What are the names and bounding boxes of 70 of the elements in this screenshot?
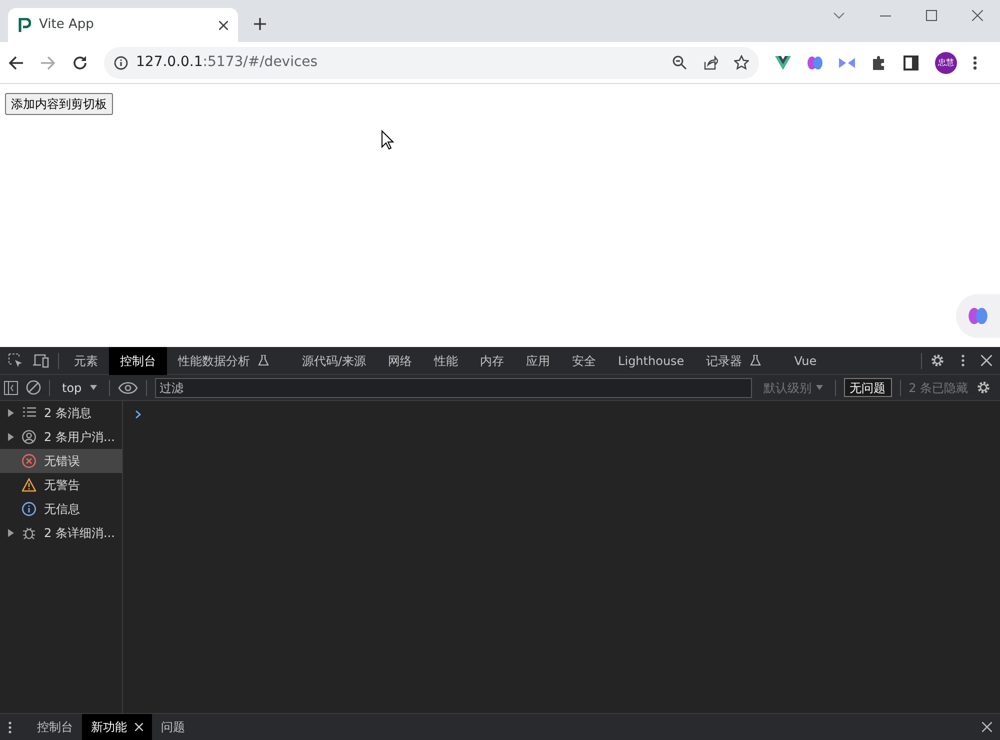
- sidebar-item[interactable]: 2 条用户消...: [0, 425, 122, 449]
- side-panel-icon[interactable]: [903, 54, 919, 70]
- favicon-icon: [18, 18, 31, 32]
- panel-tab[interactable]: 记录器: [695, 346, 784, 374]
- back-icon[interactable]: [8, 54, 24, 70]
- panel-tab[interactable]: Lighthouse: [607, 346, 696, 374]
- info-icon[interactable]: [114, 56, 128, 70]
- close-icon[interactable]: [982, 722, 992, 732]
- error-icon: [22, 454, 36, 468]
- panel-tab[interactable]: Vue: [783, 346, 828, 374]
- cursor-icon: [381, 130, 394, 150]
- panel-tab[interactable]: 安全: [561, 346, 608, 374]
- floating-panel[interactable]: [956, 294, 1000, 338]
- panel-tab[interactable]: 控制台: [109, 346, 167, 374]
- caret-icon: [90, 385, 97, 390]
- settings-icon[interactable]: [930, 353, 945, 368]
- drawer-tab[interactable]: 新功能: [82, 714, 152, 740]
- url-text: 127.0.0.1:5173/#/devices: [136, 53, 318, 72]
- issues-button[interactable]: 无问题: [844, 378, 892, 397]
- inspect-icon[interactable]: [8, 352, 24, 368]
- sidebar-item[interactable]: 2 条详细消...: [0, 521, 122, 545]
- sidebar-item[interactable]: 2 条消息: [0, 401, 122, 425]
- puzzle-icon[interactable]: [871, 54, 887, 70]
- warning-icon: [22, 478, 36, 492]
- close-icon[interactable]: [981, 355, 992, 366]
- drawer-tab[interactable]: 问题: [152, 714, 194, 740]
- tab-title: Vite App: [39, 16, 95, 34]
- settings-icon[interactable]: [976, 380, 992, 395]
- maximize-icon: [926, 10, 936, 22]
- more-icon[interactable]: [8, 720, 12, 734]
- share-icon[interactable]: [703, 55, 718, 70]
- sidebar-toggle-icon[interactable]: [4, 380, 18, 394]
- panel-tab[interactable]: 内存: [469, 346, 516, 374]
- panel-tab[interactable]: 性能数据分析: [167, 346, 291, 374]
- caret-icon: [816, 385, 823, 390]
- close-icon: [972, 10, 982, 22]
- star-icon[interactable]: [734, 55, 749, 70]
- user-icon: [22, 430, 36, 444]
- prompt-chevron-icon: [135, 410, 142, 420]
- bowtie-icon[interactable]: [839, 58, 855, 68]
- plus-icon: [253, 16, 267, 31]
- panel-tab[interactable]: 源代码/来源: [291, 346, 378, 374]
- drawer-tab[interactable]: 控制台: [28, 714, 82, 740]
- browser-tab[interactable]: Vite App: [8, 8, 238, 42]
- panel-tab[interactable]: 元素: [63, 346, 109, 374]
- panel-tab[interactable]: 应用: [515, 346, 562, 374]
- sidebar-item[interactable]: 无错误: [0, 449, 122, 473]
- context-dropdown[interactable]: top: [58, 374, 101, 402]
- eye-icon[interactable]: [118, 382, 138, 394]
- menu-icon[interactable]: [973, 56, 977, 70]
- bug-icon: [22, 526, 36, 540]
- zoom-out-icon[interactable]: [672, 55, 687, 70]
- chevron-down-icon: [833, 12, 845, 20]
- minimize-icon: [880, 14, 890, 17]
- panel-tab[interactable]: 性能: [423, 346, 470, 374]
- address-bar[interactable]: 127.0.0.1:5173/#/devices: [104, 46, 759, 78]
- device-toolbar-icon[interactable]: [32, 354, 50, 368]
- filter-field[interactable]: 过滤: [154, 378, 752, 398]
- copy-to-clipboard-button[interactable]: 添加内容到剪切板: [5, 93, 113, 115]
- vue-icon[interactable]: [775, 56, 791, 70]
- reload-icon[interactable]: [72, 54, 88, 70]
- panel-tab[interactable]: 网络: [377, 346, 424, 374]
- more-icon[interactable]: [961, 354, 965, 367]
- profile-avatar[interactable]: 忠慧: [935, 52, 957, 74]
- info-icon: [22, 502, 36, 516]
- close-icon[interactable]: [219, 20, 228, 30]
- clear-console-icon[interactable]: [26, 380, 41, 395]
- sidebar-item[interactable]: 无警告: [0, 473, 122, 497]
- hidden-count: 2 条已隐藏: [908, 380, 968, 396]
- sidebar-item[interactable]: 无信息: [0, 497, 122, 521]
